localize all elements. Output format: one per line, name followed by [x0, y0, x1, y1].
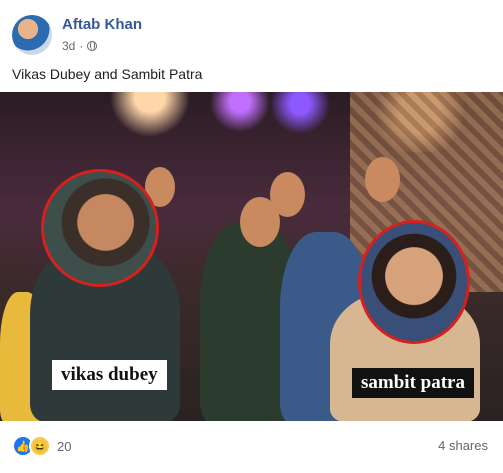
- haha-icon: 😆: [29, 435, 51, 457]
- post-caption: Vikas Dubey and Sambit Patra: [12, 66, 203, 82]
- author-name[interactable]: Aftab Khan: [62, 16, 142, 33]
- face-right-back: [365, 157, 400, 202]
- shares-count[interactable]: 4 shares: [438, 438, 488, 453]
- highlight-circle-right: [358, 220, 470, 344]
- separator-dot: ·: [79, 39, 84, 53]
- post-footer: 👍 😆 20 4 shares: [12, 432, 492, 460]
- face-back: [270, 172, 305, 217]
- globe-icon: [87, 41, 98, 51]
- post-timestamp[interactable]: 3d: [62, 39, 75, 53]
- label-vikas-dubey: vikas dubey: [52, 360, 167, 390]
- facebook-post: Aftab Khan 3d · Vikas Dubey and Sambit P…: [0, 0, 503, 473]
- post-photo[interactable]: vikas dubey sambit patra: [0, 92, 503, 421]
- highlight-circle-left: [41, 169, 159, 287]
- reactions-summary[interactable]: 👍 😆 20: [12, 435, 71, 457]
- post-header: Aftab Khan 3d ·: [12, 12, 492, 56]
- label-sambit-patra: sambit patra: [352, 368, 474, 398]
- reaction-count: 20: [57, 438, 72, 454]
- post-meta: 3d ·: [62, 39, 98, 53]
- author-avatar[interactable]: [12, 15, 52, 55]
